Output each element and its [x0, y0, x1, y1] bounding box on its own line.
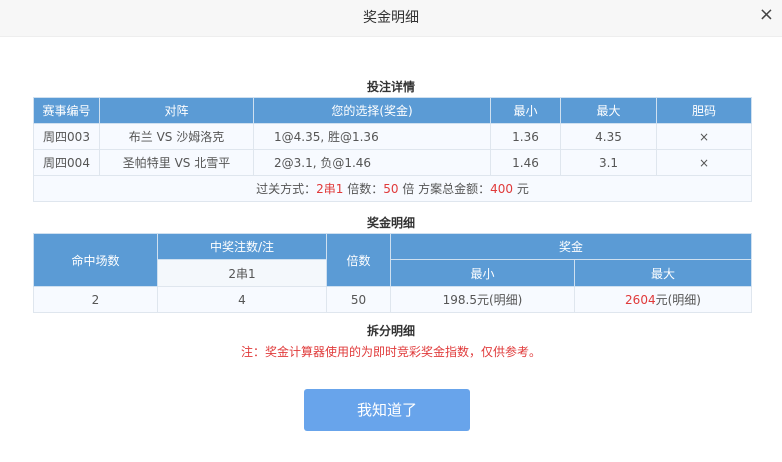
table-row: 周四003 布兰 VS 沙姆洛克 1@4.35, 胜@1.36 1.36 4.3… [33, 123, 752, 150]
pass-label: 过关方式： [256, 182, 317, 196]
multiple-label: 倍数： [343, 182, 384, 196]
cell: × [656, 149, 752, 176]
column-header: 中奖注数/注 [157, 233, 327, 260]
bet-section-title: 投注详情 [366, 80, 415, 94]
amount-unit: 元 [513, 182, 529, 196]
cell: × [656, 123, 752, 150]
column-header: 命中场数 [33, 233, 158, 287]
min-prize-link[interactable]: 198.5元(明细) [390, 286, 575, 313]
column-header: 您的选择(奖金) [253, 97, 491, 124]
cell: 4 [157, 286, 327, 313]
table-header-row: 赛事编号 对阵 您的选择(奖金) 最小 最大 胆码 [33, 97, 752, 124]
bet-table: 赛事编号 对阵 您的选择(奖金) 最小 最大 胆码 周四003 布兰 VS 沙姆… [33, 97, 752, 202]
column-header: 最小 [390, 259, 575, 287]
max-prize-link[interactable]: 2604元(明细) [573, 286, 753, 313]
close-icon[interactable]: × [759, 4, 774, 26]
split-section-title: 拆分明细 [366, 324, 415, 338]
table-row: 2 4 50 198.5元(明细) 2604元(明细) [33, 286, 753, 313]
amount-label: 倍 方案总金额： [398, 182, 491, 196]
max-prize-value: 2604 [625, 293, 656, 307]
column-header: 对阵 [99, 97, 254, 124]
pass-value: 2串1 [316, 182, 344, 196]
dialog-header: 奖金明细 × [0, 0, 782, 37]
table-row: 周四004 圣帕特里 VS 北雪平 2@3.1, 负@1.46 1.46 3.1… [33, 149, 752, 176]
column-header: 胆码 [656, 97, 752, 124]
header-row-1: 命中场数 中奖注数/注 倍数 奖金 [33, 233, 753, 287]
cell: 1.46 [490, 149, 561, 176]
cell: 2 [33, 286, 158, 313]
multiple-value: 50 [383, 182, 399, 196]
confirm-button[interactable]: 我知道了 [304, 389, 470, 431]
cell: 布兰 VS 沙姆洛克 [99, 123, 254, 150]
cell: 1.36 [490, 123, 561, 150]
column-header: 最大 [560, 97, 657, 124]
cell: 1@4.35, 胜@1.36 [253, 123, 491, 150]
column-header: 奖金 [389, 233, 753, 260]
disclaimer-note: 注：奖金计算器使用的为即时竞彩奖金指数，仅供参考。 [240, 345, 541, 359]
column-header: 赛事编号 [33, 97, 100, 124]
summary-row: 过关方式：2串1 倍数：50 倍 方案总金额：400 元 [33, 175, 752, 202]
cell: 2@3.1, 负@1.46 [253, 149, 491, 176]
cell: 4.35 [560, 123, 657, 150]
amount-value: 400 [490, 182, 514, 196]
cell: 50 [326, 286, 391, 313]
cell: 圣帕特里 VS 北雪平 [99, 149, 254, 176]
summary-cell: 过关方式：2串1 倍数：50 倍 方案总金额：400 元 [33, 175, 752, 202]
prize-table: 命中场数 中奖注数/注 倍数 奖金 2串1 最小 最大 2 4 50 198.5… [33, 233, 753, 313]
column-subheader: 2串1 [157, 259, 327, 287]
dialog-title: 奖金明细 [363, 10, 419, 26]
prize-section-title: 奖金明细 [366, 216, 415, 230]
column-header: 倍数 [326, 233, 391, 287]
column-header: 最小 [490, 97, 561, 124]
cell: 周四004 [33, 149, 100, 176]
column-header: 最大 [573, 259, 753, 287]
max-prize-suffix: 元(明细) [655, 293, 701, 307]
cell: 3.1 [560, 149, 657, 176]
cell: 周四003 [33, 123, 100, 150]
